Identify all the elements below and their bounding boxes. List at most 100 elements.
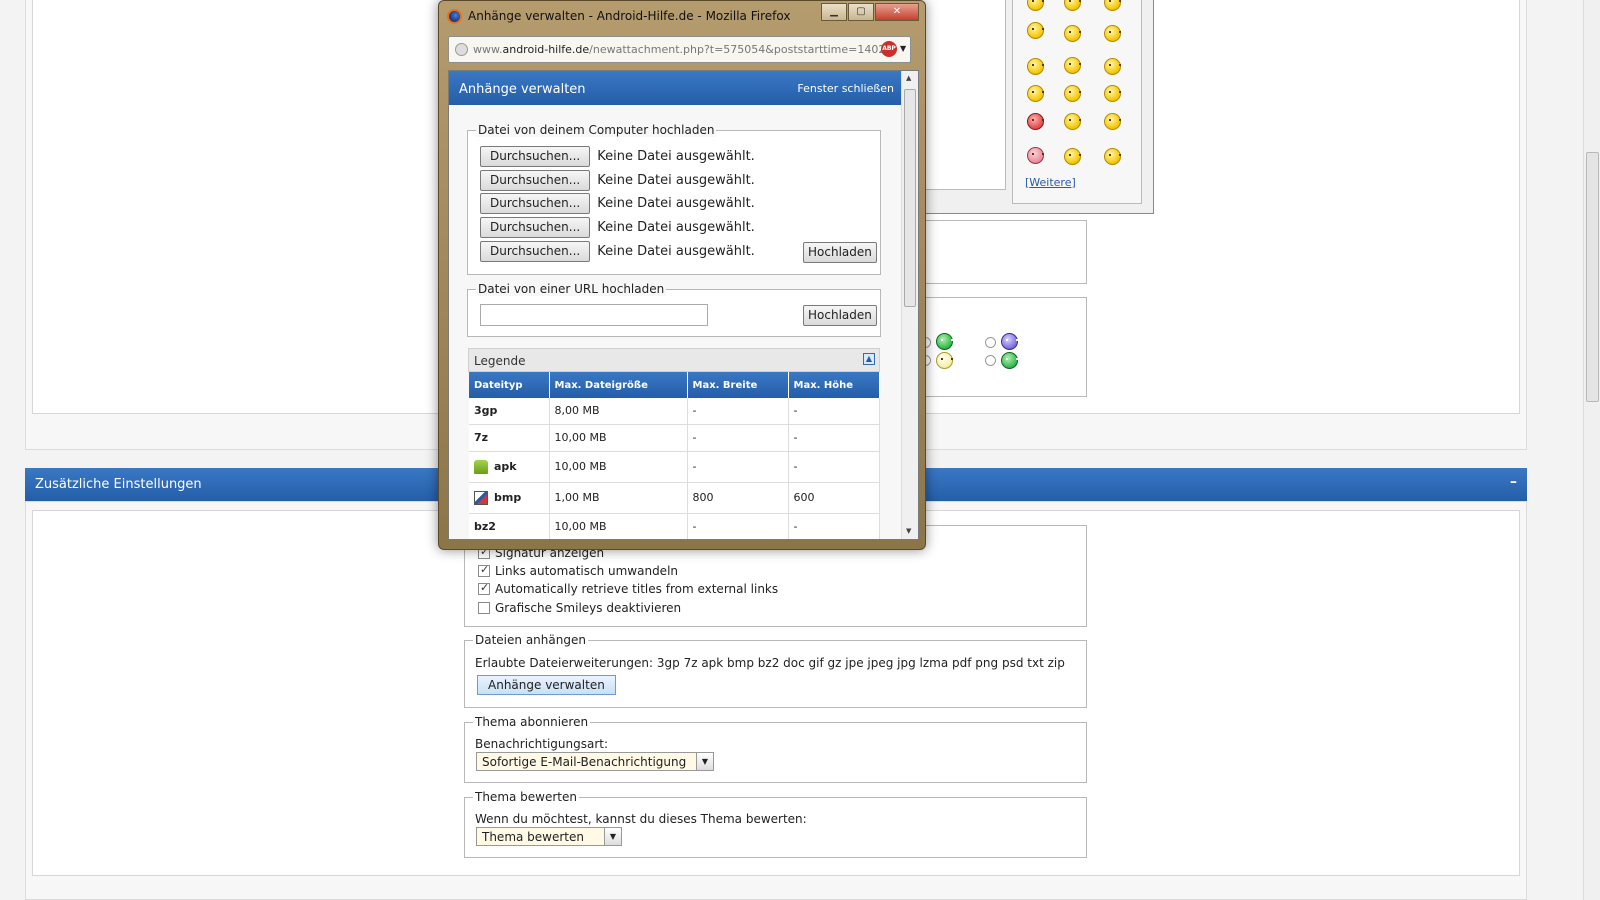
file-type-cell: apk xyxy=(469,451,550,483)
smiley-icon[interactable] xyxy=(1027,22,1044,39)
table-row: 3gp 8,00 MB - - xyxy=(469,398,880,425)
file-input-row: Durchsuchen... Keine Datei ausgewählt. xyxy=(480,217,755,238)
manage-attachments-button[interactable]: Anhänge verwalten xyxy=(477,675,616,695)
url-path: /newattachment.php?t=575054&poststarttim… xyxy=(589,43,893,56)
message-textarea[interactable] xyxy=(920,0,1006,190)
smiley-icon[interactable] xyxy=(1027,113,1044,130)
browse-button[interactable]: Durchsuchen... xyxy=(480,146,591,167)
scroll-down-icon[interactable]: ▼ xyxy=(906,527,911,535)
checkbox-row-links[interactable]: Links automatisch umwandeln xyxy=(478,563,678,578)
max-height: 600 xyxy=(788,482,880,514)
upload-computer-fieldset: Datei von deinem Computer hochladen Durc… xyxy=(467,123,881,275)
column-header: Max. Breite xyxy=(687,372,789,398)
smiley-icon[interactable] xyxy=(1064,148,1081,165)
browse-button[interactable]: Durchsuchen... xyxy=(480,193,591,214)
file-input-row: Durchsuchen... Keine Datei ausgewählt. xyxy=(480,241,755,262)
scroll-up-icon[interactable]: ▲ xyxy=(906,74,911,82)
max-height: - xyxy=(788,513,880,539)
more-smileys-link[interactable]: Weitere xyxy=(1029,176,1071,189)
table-row: bmp 1,00 MB 800 600 xyxy=(469,482,880,514)
rate-select[interactable]: Thema bewerten ▼ xyxy=(476,827,622,846)
smiley-icon[interactable] xyxy=(1064,57,1081,74)
retrieve-titles-checkbox[interactable] xyxy=(478,581,490,595)
popup-titlebar[interactable]: Anhänge verwalten - Android-Hilfe.de - M… xyxy=(447,6,827,26)
bitmap-image-icon xyxy=(474,490,488,505)
smiley-icon[interactable] xyxy=(1027,85,1044,102)
chevron-down-icon[interactable]: ▼ xyxy=(604,828,621,845)
adblock-plus-icon[interactable]: ABP xyxy=(881,41,897,57)
no-file-label: Keine Datei ausgewählt. xyxy=(597,220,755,235)
popup-window-title: Anhänge verwalten - Android-Hilfe.de - M… xyxy=(468,9,791,23)
firefox-icon xyxy=(447,8,462,24)
smiley-icon[interactable] xyxy=(1064,25,1081,42)
smiley-icon[interactable] xyxy=(1064,85,1081,102)
legend-bar: Legende ▲ xyxy=(468,348,880,372)
file-input-row: Durchsuchen... Keine Datei ausgewählt. xyxy=(480,193,755,214)
collapse-toggle-icon[interactable]: ▲ xyxy=(863,353,875,365)
table-row: 7z 10,00 MB - - xyxy=(469,424,880,452)
checkbox-row-titles[interactable]: Automatically retrieve titles from exter… xyxy=(478,581,778,596)
smiley-icon[interactable] xyxy=(1027,58,1044,75)
smiley-icon[interactable] xyxy=(1104,148,1121,165)
no-file-label: Keine Datei ausgewählt. xyxy=(597,173,755,188)
smiley-icon[interactable] xyxy=(1104,25,1121,42)
legend-title: Legende xyxy=(474,354,526,368)
upload-computer-button[interactable]: Hochladen xyxy=(803,242,877,263)
popup-scrollbar[interactable]: ▲ ▼ xyxy=(901,71,918,539)
browse-button[interactable]: Durchsuchen... xyxy=(480,170,591,191)
disable-smileys-checkbox[interactable] xyxy=(478,602,490,614)
minimize-button[interactable]: ▁ xyxy=(821,3,847,21)
auto-links-checkbox[interactable] xyxy=(478,563,490,577)
smiley-icon[interactable] xyxy=(1064,113,1081,130)
max-height: - xyxy=(788,398,880,425)
legend-table: Dateityp Max. Dateigröße Max. Breite Max… xyxy=(469,372,880,539)
max-size: 1,00 MB xyxy=(549,482,688,514)
page-scrollbar[interactable] xyxy=(1583,0,1600,900)
max-width: - xyxy=(687,451,789,483)
page-scrollbar-thumb[interactable] xyxy=(1586,152,1599,402)
chevron-down-icon[interactable]: ▼ xyxy=(900,44,906,53)
close-window-button[interactable]: ✕ xyxy=(875,3,919,21)
browse-button[interactable]: Durchsuchen... xyxy=(480,241,591,262)
popup-scrollbar-thumb[interactable] xyxy=(904,89,916,307)
lightbulb-icon xyxy=(936,352,953,369)
maximize-button[interactable]: ▢ xyxy=(848,3,874,21)
smiley-icon[interactable] xyxy=(1104,58,1121,75)
notification-type-label: Benachrichtigungsart: xyxy=(475,737,609,751)
notification-type-value: Sofortige E-Mail-Benachrichtigung xyxy=(482,755,687,769)
more-smileys-link-wrapper: [Weitere] xyxy=(1025,176,1076,189)
column-header: Max. Höhe xyxy=(788,372,880,398)
smiley-icon[interactable] xyxy=(1104,113,1121,130)
rate-label: Wenn du möchtest, kannst du dieses Thema… xyxy=(475,812,807,826)
close-window-link[interactable]: Fenster schließen xyxy=(797,82,894,95)
browse-button[interactable]: Durchsuchen... xyxy=(480,217,591,238)
max-height: - xyxy=(788,424,880,452)
file-input-row: Durchsuchen... Keine Datei ausgewählt. xyxy=(480,170,755,191)
attachments-popup-window: Anhänge verwalten - Android-Hilfe.de - M… xyxy=(438,0,926,550)
url-prefix: www. xyxy=(473,43,503,56)
subscribe-legend: Thema abonnieren xyxy=(473,715,591,729)
max-size: 10,00 MB xyxy=(549,424,688,452)
globe-icon xyxy=(455,43,468,56)
smiley-icon[interactable] xyxy=(1104,85,1121,102)
window-controls: ▁ ▢ ✕ xyxy=(820,3,919,21)
smiley-icon[interactable] xyxy=(1027,147,1044,164)
attachments-fieldset: Dateien anhängen Erlaubte Dateierweiteru… xyxy=(464,633,1087,708)
attachments-legend: Dateien anhängen xyxy=(473,633,588,647)
collapse-icon[interactable]: – xyxy=(1510,474,1517,490)
upload-url-button[interactable]: Hochladen xyxy=(803,305,877,326)
checkbox-row-smileys[interactable]: Grafische Smileys deaktivieren xyxy=(478,601,681,615)
chevron-down-icon[interactable]: ▼ xyxy=(696,753,713,770)
additional-settings-title: Zusätzliche Einstellungen xyxy=(35,477,202,492)
rate-legend: Thema bewerten xyxy=(473,790,579,804)
upload-url-input[interactable] xyxy=(480,304,708,326)
sad-face-icon xyxy=(1001,333,1018,350)
file-input-row: Durchsuchen... Keine Datei ausgewählt. xyxy=(480,146,755,167)
options-fieldset xyxy=(920,220,1087,284)
legend-table-header: Dateityp Max. Dateigröße Max. Breite Max… xyxy=(469,372,880,398)
url-bar[interactable]: www.android-hilfe.de/newattachment.php?t… xyxy=(448,36,911,63)
post-icon-radio[interactable] xyxy=(985,337,996,348)
notification-type-select[interactable]: Sofortige E-Mail-Benachrichtigung ▼ xyxy=(476,752,714,771)
popup-content: Anhänge verwalten Fenster schließen Date… xyxy=(448,70,919,540)
post-icon-radio[interactable] xyxy=(985,355,996,366)
